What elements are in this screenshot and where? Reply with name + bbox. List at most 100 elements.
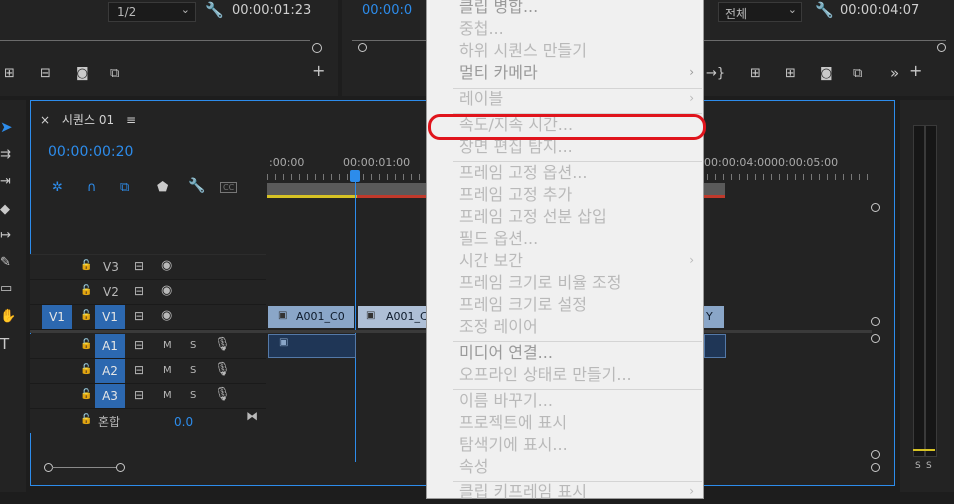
menu-item-time-interpolation[interactable]: 시간 보간 bbox=[459, 251, 523, 273]
overwrite-icon[interactable]: ⊟ bbox=[40, 67, 51, 81]
panel-menu-icon[interactable]: ≡ bbox=[126, 113, 136, 127]
video-scroll-top-handle[interactable] bbox=[871, 203, 880, 212]
track-target-v1[interactable]: V1 bbox=[95, 305, 125, 329]
nest-toggle-icon[interactable]: ✲ bbox=[52, 180, 63, 195]
eye-icon[interactable]: ◉ bbox=[161, 283, 172, 298]
menu-item-scene-edit-detection[interactable]: 장면 편집 탐지... bbox=[459, 137, 573, 159]
add-marker-icon[interactable]: ⬟ bbox=[157, 181, 168, 195]
microphone-icon[interactable]: 🎙 bbox=[214, 362, 231, 377]
audio-clip-a1-1[interactable]: ▣ bbox=[268, 334, 356, 358]
menu-item-reveal-in-explorer[interactable]: 탐색기에 표시... bbox=[459, 435, 568, 457]
program-timecode-left[interactable]: 00:00:0 bbox=[362, 3, 412, 18]
camera-icon[interactable]: ◙ bbox=[820, 67, 833, 81]
clip-v1-3[interactable]: Y bbox=[704, 306, 724, 328]
sync-icon[interactable]: ⊟ bbox=[134, 363, 144, 377]
microphone-icon[interactable]: 🎙 bbox=[214, 337, 231, 352]
rectangle-tool-icon[interactable]: ▭ bbox=[0, 282, 12, 296]
type-tool-icon[interactable]: T bbox=[0, 337, 9, 352]
solo-button[interactable]: S bbox=[190, 340, 196, 351]
audio-clip-a1-3[interactable] bbox=[704, 334, 726, 358]
export-frame-icon[interactable]: ⧉ bbox=[110, 67, 119, 81]
wrench-icon[interactable]: 🔧 bbox=[815, 3, 834, 18]
selection-tool-icon[interactable]: ➤ bbox=[0, 118, 13, 136]
snap-icon[interactable]: ∩ bbox=[87, 180, 97, 195]
lock-icon[interactable]: 🔓 bbox=[80, 285, 92, 296]
razor-tool-icon[interactable]: ◆ bbox=[0, 203, 10, 217]
go-to-out-icon[interactable]: →} bbox=[706, 67, 725, 81]
lock-icon[interactable]: 🔓 bbox=[80, 339, 92, 350]
lock-icon[interactable]: 🔓 bbox=[80, 389, 92, 400]
menu-item-insert-frame-hold-segment[interactable]: 프레임 고정 선분 삽입 bbox=[459, 207, 607, 229]
more-icon[interactable]: » bbox=[890, 66, 899, 81]
timeline-tab[interactable]: × 시퀀스 01 ≡ bbox=[40, 111, 136, 128]
mute-button[interactable]: M bbox=[163, 340, 172, 351]
audio-scroll-top-handle[interactable] bbox=[871, 334, 880, 343]
timeline-playhead-timecode[interactable]: 00:00:00:20 bbox=[48, 144, 133, 160]
eye-icon[interactable]: ◉ bbox=[161, 308, 172, 323]
close-icon[interactable]: × bbox=[40, 113, 50, 127]
program-timecode-right[interactable]: 00:00:04:07 bbox=[840, 3, 919, 18]
camera-icon[interactable]: ◙ bbox=[76, 67, 89, 81]
sync-icon[interactable]: ⊟ bbox=[134, 259, 144, 273]
ripple-edit-tool-icon[interactable]: ⇥ bbox=[0, 175, 11, 189]
menu-item-frame-hold-options[interactable]: 프레임 고정 옵션... bbox=[459, 163, 587, 185]
playhead-handle[interactable] bbox=[350, 170, 360, 182]
slip-tool-icon[interactable]: ↦ bbox=[0, 229, 11, 243]
solo-left-button[interactable]: S bbox=[915, 461, 921, 471]
mute-button[interactable]: M bbox=[163, 365, 172, 376]
menu-item-merge-clips[interactable]: 클립 병합... bbox=[459, 0, 538, 19]
lock-icon[interactable]: 🔓 bbox=[80, 364, 92, 375]
go-to-edit-icon[interactable]: ⧓ bbox=[246, 409, 258, 423]
captions-icon[interactable]: CC bbox=[220, 182, 238, 193]
menu-item-label[interactable]: 레이블 bbox=[459, 89, 503, 111]
menu-item-field-options[interactable]: 필드 옵션... bbox=[459, 229, 538, 251]
menu-item-multi-camera[interactable]: 멀티 카메라 bbox=[459, 63, 538, 85]
menu-item-reveal-in-project[interactable]: 프로젝트에 표시 bbox=[459, 413, 567, 435]
source-resolution-select[interactable]: 1/2 ⌄ bbox=[108, 2, 196, 22]
microphone-icon[interactable]: 🎙 bbox=[214, 387, 231, 402]
lock-icon[interactable]: 🔓 bbox=[80, 414, 92, 425]
menu-item-link-media[interactable]: 미디어 연결... bbox=[459, 343, 553, 365]
hand-tool-icon[interactable]: ✋ bbox=[0, 310, 16, 324]
menu-item-nest[interactable]: 중첩... bbox=[459, 19, 504, 41]
program-resolution-select[interactable]: 전체 ⌄ bbox=[718, 2, 802, 22]
source-timecode[interactable]: 00:00:01:23 bbox=[232, 3, 311, 18]
add-button-icon[interactable]: + bbox=[909, 63, 922, 79]
track-target-a3[interactable]: A3 bbox=[95, 384, 125, 408]
extract-icon[interactable]: ⊞ bbox=[785, 67, 796, 81]
pen-tool-icon[interactable]: ✎ bbox=[0, 256, 11, 270]
sync-icon[interactable]: ⊟ bbox=[134, 284, 144, 298]
mix-volume-value[interactable]: 0.0 bbox=[174, 415, 193, 429]
eye-icon[interactable]: ◉ bbox=[161, 258, 172, 273]
solo-button[interactable]: S bbox=[190, 390, 196, 401]
menu-item-make-offline[interactable]: 오프라인 상태로 만들기... bbox=[459, 365, 632, 387]
menu-item-properties[interactable]: 속성 bbox=[459, 457, 488, 479]
track-target-a1[interactable]: A1 bbox=[95, 334, 125, 358]
menu-item-make-subsequence[interactable]: 하위 시퀀스 만들기 bbox=[459, 41, 587, 63]
menu-item-adjustment-layer[interactable]: 조정 레이어 bbox=[459, 317, 538, 339]
wrench-icon[interactable]: 🔧 bbox=[188, 179, 205, 193]
menu-item-scale-to-frame-size[interactable]: 프레임 크기로 비율 조정 bbox=[459, 273, 621, 295]
linked-selection-icon[interactable]: ⧉ bbox=[120, 180, 129, 195]
menu-item-set-to-frame-size[interactable]: 프레임 크기로 설정 bbox=[459, 295, 587, 317]
menu-item-add-frame-hold[interactable]: 프레임 고정 추가 bbox=[459, 185, 572, 207]
mute-button[interactable]: M bbox=[163, 390, 172, 401]
add-button-icon[interactable]: + bbox=[312, 63, 325, 79]
comparison-view-icon[interactable]: ⧉ bbox=[853, 67, 862, 81]
video-scroll-bottom-handle[interactable] bbox=[871, 317, 880, 326]
lock-icon[interactable]: 🔓 bbox=[80, 260, 92, 271]
sync-icon[interactable]: ⊟ bbox=[134, 388, 144, 402]
menu-item-show-clip-keyframes[interactable]: 클립 키프레임 표시 bbox=[459, 482, 587, 504]
insert-icon[interactable]: ⊞ bbox=[4, 67, 15, 81]
track-select-tool-icon[interactable]: ⇉ bbox=[0, 148, 11, 162]
solo-right-button[interactable]: S bbox=[926, 461, 932, 471]
clip-v1-1[interactable]: ▣ A001_C0 bbox=[268, 306, 354, 328]
sync-icon[interactable]: ⊟ bbox=[134, 338, 144, 352]
lock-icon[interactable]: 🔓 bbox=[80, 310, 92, 321]
menu-item-rename[interactable]: 이름 바꾸기... bbox=[459, 391, 553, 413]
sync-icon[interactable]: ⊟ bbox=[134, 309, 144, 323]
source-scrub-bar[interactable] bbox=[0, 28, 322, 53]
solo-button[interactable]: S bbox=[190, 365, 196, 376]
source-patch-v1[interactable]: V1 bbox=[42, 305, 72, 329]
wrench-icon[interactable]: 🔧 bbox=[205, 3, 224, 18]
